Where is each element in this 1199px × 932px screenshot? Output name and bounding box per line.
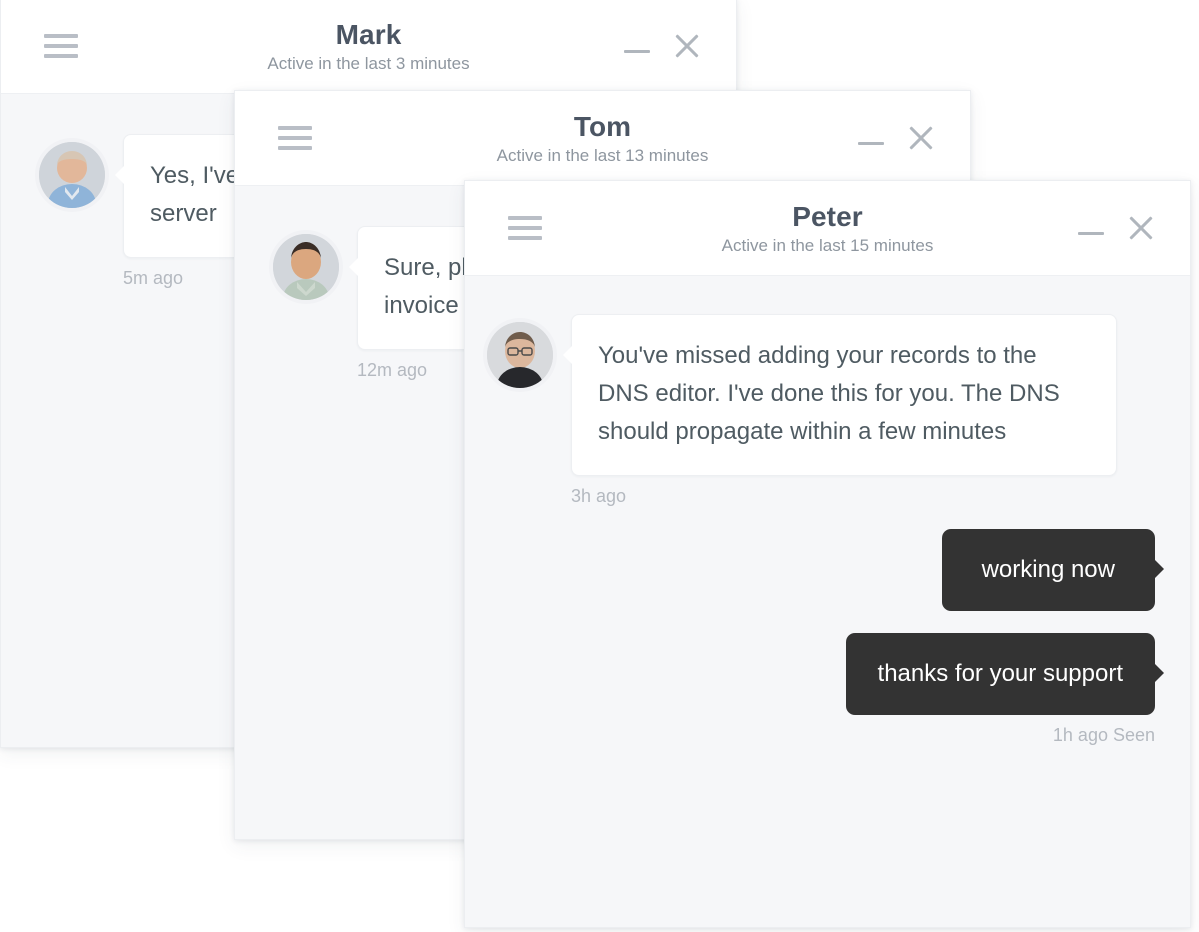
chat-header-peter: Peter Active in the last 15 minutes xyxy=(465,181,1190,276)
chat-body-peter: You've missed adding your records to the… xyxy=(465,276,1190,927)
message-group: working now xyxy=(941,528,1165,611)
status-text: Active in the last 13 minutes xyxy=(496,146,709,166)
message-group: You've missed adding your records to the… xyxy=(563,314,1117,507)
message-timestamp: 3h ago xyxy=(571,485,627,506)
avatar-tom xyxy=(273,234,339,300)
avatar-mark xyxy=(39,142,105,208)
minimize-icon[interactable] xyxy=(622,33,652,59)
header-actions xyxy=(622,31,702,61)
minimize-icon[interactable] xyxy=(1076,215,1106,241)
page-title: Tom xyxy=(573,111,632,143)
header-actions xyxy=(1076,213,1156,243)
message-bubble-outgoing[interactable]: working now xyxy=(941,528,1165,611)
message-bubble-outgoing[interactable]: thanks for your support xyxy=(845,632,1165,715)
message-row-outgoing: thanks for your support 1h ago Seen xyxy=(487,632,1165,746)
status-text: Active in the last 15 minutes xyxy=(721,236,934,256)
message-timestamp: 1h ago Seen xyxy=(1052,724,1155,745)
chat-header-mark: Mark Active in the last 3 minutes xyxy=(1,0,736,94)
page-title: Peter xyxy=(792,201,863,233)
page-title: Mark xyxy=(335,19,402,51)
message-row-outgoing: working now xyxy=(487,528,1165,611)
avatar-peter xyxy=(487,322,553,388)
chat-header-tom: Tom Active in the last 13 minutes xyxy=(235,91,970,186)
message-group: thanks for your support 1h ago Seen xyxy=(845,632,1165,746)
close-icon[interactable] xyxy=(1126,213,1156,243)
header-actions xyxy=(856,123,936,153)
chat-windows-stage: Mark Active in the last 3 minutes Yes, I… xyxy=(0,0,1199,932)
status-text: Active in the last 3 minutes xyxy=(267,54,470,74)
message-row-incoming: You've missed adding your records to the… xyxy=(487,314,1155,507)
close-icon[interactable] xyxy=(672,31,702,61)
minimize-icon[interactable] xyxy=(856,125,886,151)
chat-window-peter[interactable]: Peter Active in the last 15 minutes You'… xyxy=(464,180,1191,928)
message-bubble-incoming[interactable]: You've missed adding your records to the… xyxy=(563,314,1117,476)
close-icon[interactable] xyxy=(906,123,936,153)
